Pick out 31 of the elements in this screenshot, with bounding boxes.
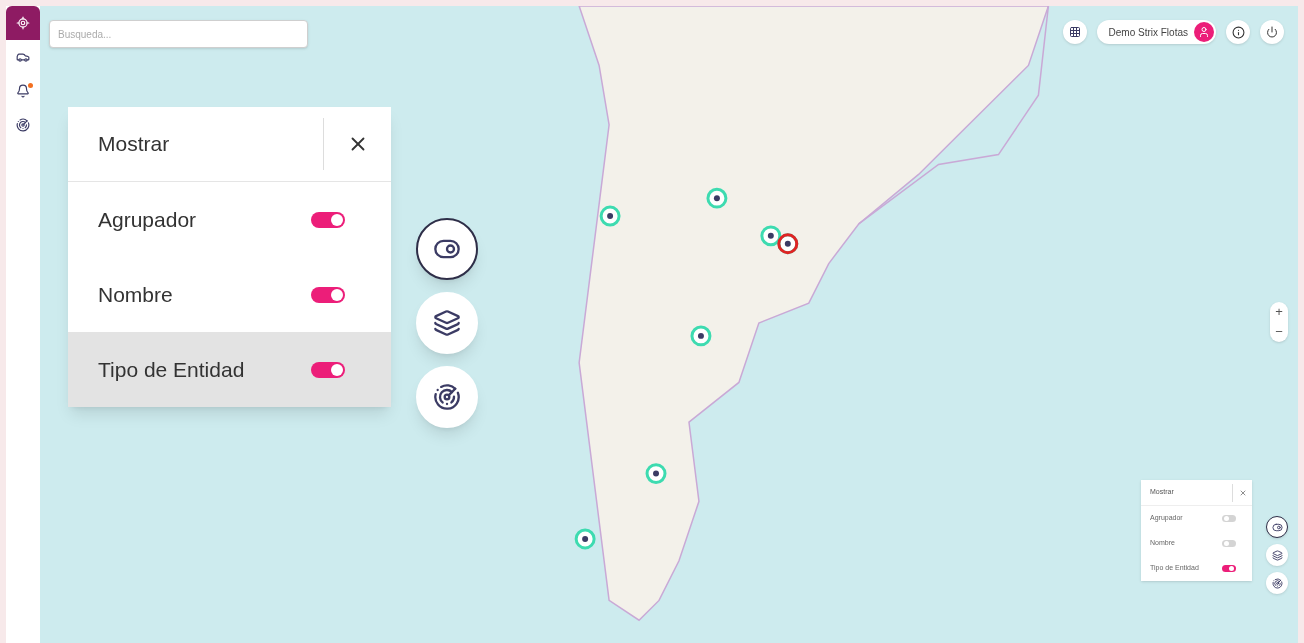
option-label: Agrupador xyxy=(98,206,198,233)
toggle-switch[interactable] xyxy=(1222,540,1236,547)
option-label: Tipo de Entidad xyxy=(98,356,246,383)
option-label: Nombre xyxy=(98,281,174,308)
crosshair-icon xyxy=(16,16,30,30)
option-row[interactable]: Tipo de Entidad xyxy=(68,332,391,407)
user-button[interactable]: Demo Strix Flotas xyxy=(1096,20,1216,44)
layers-icon xyxy=(433,309,461,337)
sidebar-item[interactable] xyxy=(6,6,40,40)
toggle-switch[interactable] xyxy=(311,211,345,228)
toggle-switch[interactable] xyxy=(1222,515,1236,522)
power-icon xyxy=(1266,26,1278,38)
option-row[interactable]: Nombre xyxy=(68,257,391,332)
layers-icon xyxy=(1271,549,1283,561)
radar-icon xyxy=(1271,577,1283,589)
info-icon xyxy=(1231,25,1245,39)
toggle-switch[interactable] xyxy=(311,286,345,303)
zoom-out-button[interactable]: − xyxy=(1270,322,1288,342)
option-row[interactable]: Agrupador xyxy=(68,182,391,257)
zoom-in-button[interactable]: + xyxy=(1270,302,1288,322)
car-icon xyxy=(16,50,30,64)
bell-icon xyxy=(16,84,30,98)
toggle-switch[interactable] xyxy=(1222,565,1236,572)
radar-icon xyxy=(433,383,461,411)
radar-icon xyxy=(16,118,30,132)
toggle-icon xyxy=(1271,521,1283,533)
panel-title: Mostrar xyxy=(97,131,171,158)
close-icon xyxy=(1238,488,1247,497)
search-field[interactable]: Busqueda... xyxy=(49,20,308,48)
grid-icon xyxy=(1068,26,1081,38)
toggle-switch[interactable] xyxy=(311,361,345,378)
